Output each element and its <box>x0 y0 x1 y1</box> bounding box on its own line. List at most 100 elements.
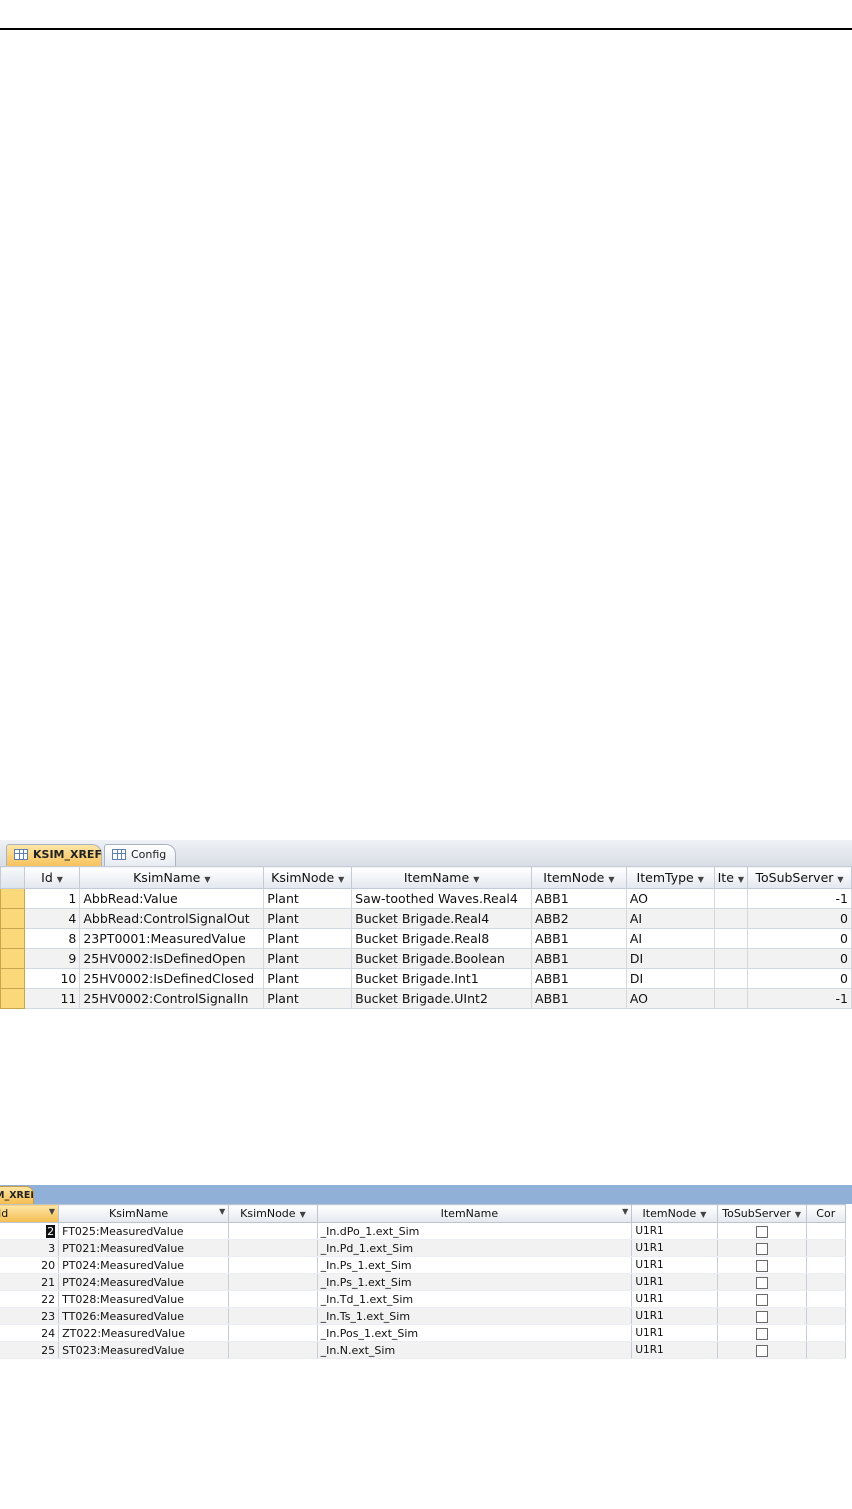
row-selector[interactable] <box>0 888 25 909</box>
col-header-ksimname[interactable]: KsimName ▼ <box>58 1204 230 1223</box>
cell-itemname[interactable]: _In.Ps_1.ext_Sim <box>316 1256 633 1274</box>
cell-cor[interactable] <box>805 1324 847 1342</box>
checkbox[interactable] <box>755 1276 768 1289</box>
row-selector[interactable] <box>0 948 25 969</box>
dropdown-arrow-icon[interactable]: ▼ <box>204 875 210 884</box>
cell-ksimname[interactable]: PT024:MeasuredValue <box>58 1273 230 1291</box>
col-header-ksimnode[interactable]: KsimNode ▼ <box>228 1204 318 1223</box>
table-row[interactable]: 25 ST023:MeasuredValue _In.N.ext_Sim U1R… <box>0 1341 847 1359</box>
checkbox[interactable] <box>755 1293 768 1306</box>
dropdown-arrow-icon[interactable]: ▼ <box>219 1207 225 1216</box>
checkbox[interactable] <box>755 1225 768 1238</box>
cell-itemtype[interactable]: AO <box>625 888 715 909</box>
cell-id[interactable]: 21 <box>0 1273 60 1291</box>
cell-id[interactable]: 25 <box>0 1341 60 1359</box>
cell-tosubserver[interactable] <box>716 1222 807 1240</box>
cell-id[interactable]: 22 <box>0 1290 60 1308</box>
cell-ksimname[interactable]: PT024:MeasuredValue <box>58 1256 230 1274</box>
cell-itemnode[interactable]: U1R1 <box>631 1273 718 1291</box>
checkbox[interactable] <box>755 1242 768 1255</box>
table-row[interactable]: 2 FT025:MeasuredValue _In.dPo_1.ext_Sim … <box>0 1222 847 1240</box>
cell-itemtype[interactable]: AI <box>625 928 715 949</box>
cell-itemname[interactable]: _In.Pd_1.ext_Sim <box>316 1239 633 1257</box>
cell-cor[interactable] <box>805 1239 847 1257</box>
cell-cor[interactable] <box>805 1273 847 1291</box>
cell-itemnode[interactable]: U1R1 <box>631 1324 718 1342</box>
cell-ksimname[interactable]: FT025:MeasuredValue <box>58 1222 230 1240</box>
dropdown-arrow-icon[interactable]: ▼ <box>57 875 63 884</box>
dropdown-arrow-icon[interactable]: ▼ <box>700 1210 706 1219</box>
dropdown-arrow-icon[interactable]: ▼ <box>795 1210 801 1219</box>
cell-ite[interactable] <box>713 908 749 929</box>
cell-ksimname[interactable]: AbbRead:ControlSignalOut <box>79 908 265 929</box>
cell-ite[interactable] <box>713 928 749 949</box>
dropdown-arrow-icon[interactable]: ▼ <box>608 875 614 884</box>
table-row[interactable]: 3 PT021:MeasuredValue _In.Pd_1.ext_Sim U… <box>0 1239 847 1257</box>
cell-ite[interactable] <box>713 988 749 1009</box>
cell-id[interactable]: 4 <box>23 908 81 929</box>
checkbox[interactable] <box>755 1344 768 1357</box>
cell-itemname[interactable]: Bucket Brigade.Real8 <box>351 928 533 949</box>
cell-tosubserver[interactable] <box>716 1239 807 1257</box>
cell-itemnode[interactable]: ABB1 <box>531 948 627 969</box>
active-cell-cursor[interactable]: 2 <box>46 1224 56 1238</box>
cell-ksimnode[interactable] <box>228 1290 318 1308</box>
cell-tosubserver[interactable]: -1 <box>747 988 852 1009</box>
table-row[interactable]: 8 23PT0001:MeasuredValue Plant Bucket Br… <box>0 928 852 949</box>
cell-itemnode[interactable]: U1R1 <box>631 1222 718 1240</box>
table-row[interactable]: 24 ZT022:MeasuredValue _In.Pos_1.ext_Sim… <box>0 1324 847 1342</box>
cell-ksimnode[interactable]: Plant <box>263 968 353 989</box>
col-header-itemname[interactable]: ItemName ▼ <box>351 866 533 889</box>
table-row[interactable]: 23 TT026:MeasuredValue _In.Ts_1.ext_Sim … <box>0 1307 847 1325</box>
cell-tosubserver[interactable]: 0 <box>747 968 852 989</box>
cell-itemnode[interactable]: ABB1 <box>531 888 627 909</box>
cell-ksimnode[interactable] <box>228 1273 318 1291</box>
cell-id[interactable]: 23 <box>0 1307 60 1325</box>
cell-ite[interactable] <box>713 948 749 969</box>
cell-itemname[interactable]: _In.Ts_1.ext_Sim <box>316 1307 633 1325</box>
cell-itemname[interactable]: Bucket Brigade.UInt2 <box>351 988 533 1009</box>
col-header-tosubserver[interactable]: ToSubServer ▼ <box>747 866 852 889</box>
dropdown-arrow-icon[interactable]: ▼ <box>338 875 344 884</box>
cell-ite[interactable] <box>713 888 749 909</box>
checkbox[interactable] <box>755 1310 768 1323</box>
cell-itemname[interactable]: Bucket Brigade.Int1 <box>351 968 533 989</box>
select-all-corner[interactable] <box>0 866 25 889</box>
cell-itemnode[interactable]: U1R1 <box>631 1256 718 1274</box>
cell-ksimname[interactable]: PT021:MeasuredValue <box>58 1239 230 1257</box>
cell-ksimnode[interactable]: Plant <box>263 948 353 969</box>
col-header-itemname[interactable]: ItemName ▼ <box>316 1204 633 1223</box>
col-header-tosubserver[interactable]: ToSubServer ▼ <box>716 1204 807 1223</box>
cell-ite[interactable] <box>713 968 749 989</box>
col-header-itemtype[interactable]: ItemType ▼ <box>625 866 715 889</box>
cell-ksimname[interactable]: TT028:MeasuredValue <box>58 1290 230 1308</box>
checkbox[interactable] <box>755 1259 768 1272</box>
col-header-ite[interactable]: Ite ▼ <box>713 866 749 889</box>
cell-tosubserver[interactable] <box>716 1256 807 1274</box>
col-header-id[interactable]: Id ▼ <box>0 1204 60 1223</box>
cell-ksimname[interactable]: 25HV0002:ControlSignalIn <box>79 988 265 1009</box>
cell-ksimnode[interactable]: Plant <box>263 888 353 909</box>
cell-itemnode[interactable]: ABB2 <box>531 908 627 929</box>
cell-tosubserver[interactable]: 0 <box>747 908 852 929</box>
dropdown-arrow-icon[interactable]: ▼ <box>300 1210 306 1219</box>
cell-cor[interactable] <box>805 1307 847 1325</box>
cell-tosubserver[interactable]: -1 <box>747 888 852 909</box>
cell-itemname[interactable]: _In.N.ext_Sim <box>316 1341 633 1359</box>
col-header-id[interactable]: Id ▼ <box>23 866 81 889</box>
cell-cor[interactable] <box>805 1222 847 1240</box>
cell-id[interactable]: 2 <box>0 1222 60 1240</box>
cell-ksimnode[interactable] <box>228 1256 318 1274</box>
cell-tosubserver[interactable] <box>716 1273 807 1291</box>
col-header-itemnode[interactable]: ItemNode ▼ <box>631 1204 718 1223</box>
cell-cor[interactable] <box>805 1256 847 1274</box>
cell-ksimname[interactable]: 25HV0002:IsDefinedOpen <box>79 948 265 969</box>
cell-cor[interactable] <box>805 1290 847 1308</box>
cell-tosubserver[interactable] <box>716 1307 807 1325</box>
table-row[interactable]: 1 AbbRead:Value Plant Saw-toothed Waves.… <box>0 888 852 909</box>
cell-itemtype[interactable]: DI <box>625 968 715 989</box>
cell-ksimname[interactable]: AbbRead:Value <box>79 888 265 909</box>
cell-ksimnode[interactable] <box>228 1239 318 1257</box>
cell-ksimnode[interactable]: Plant <box>263 908 353 929</box>
checkbox[interactable] <box>755 1327 768 1340</box>
